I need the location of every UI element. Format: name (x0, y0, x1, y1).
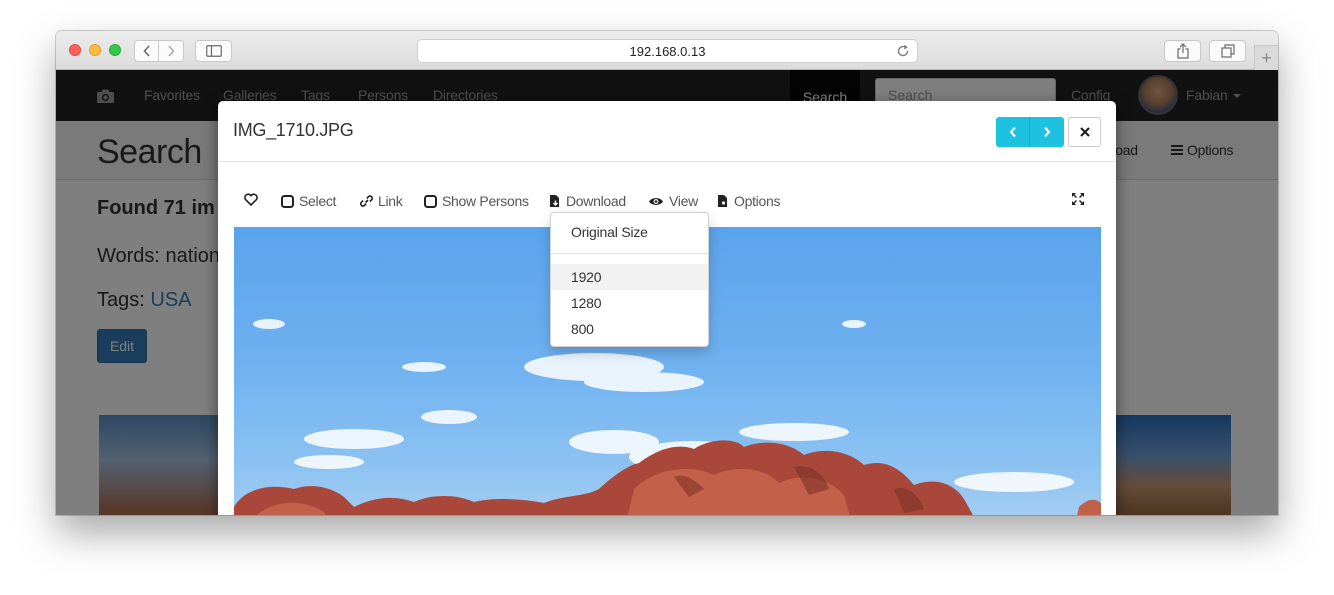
web-page: Favorites Galleries Tags Persons Directo… (56, 70, 1278, 515)
show-persons-toggle[interactable]: Show Persons (424, 193, 529, 209)
link-button[interactable]: Link (360, 193, 403, 209)
browser-window: 192.168.0.13 + Favorites Galleries Tags … (56, 31, 1278, 515)
download-label: Download (566, 193, 626, 209)
fullscreen-icon[interactable] (1071, 192, 1085, 206)
modal-divider (218, 161, 1116, 162)
link-label: Link (378, 193, 403, 209)
download-dropdown: Original Size 1920 1280 800 (550, 212, 709, 347)
share-icon (1176, 43, 1189, 59)
download-menu-toggle[interactable]: Download (549, 193, 626, 209)
show-persons-label: Show Persons (442, 193, 529, 209)
close-window-button[interactable] (69, 44, 81, 56)
chevron-left-icon (1009, 126, 1016, 138)
browser-toolbar: 192.168.0.13 + (56, 31, 1278, 70)
select-toggle[interactable]: Select (281, 193, 336, 209)
address-bar[interactable]: 192.168.0.13 (417, 39, 918, 63)
chevron-right-icon (1044, 126, 1051, 138)
select-label: Select (299, 193, 337, 209)
eye-icon (649, 197, 663, 205)
minimize-window-button[interactable] (89, 44, 101, 56)
file-download-icon (550, 195, 559, 207)
close-icon (1079, 127, 1090, 137)
file-settings-icon (718, 195, 727, 207)
image-modal: IMG_1710.JPG Select Link Show Persons Do… (218, 101, 1116, 515)
options-menu-toggle[interactable]: Options (717, 193, 780, 209)
sidebar-icon (205, 45, 222, 57)
link-icon (360, 195, 373, 207)
download-size-800[interactable]: 800 (551, 316, 708, 342)
checkbox-icon (281, 194, 294, 208)
tabs-icon (1220, 44, 1235, 58)
share-button[interactable] (1164, 40, 1201, 62)
sidebar-button[interactable] (195, 40, 232, 62)
download-original-size[interactable]: Original Size (551, 219, 708, 245)
checkbox-icon (424, 194, 437, 208)
previous-image-button[interactable] (996, 117, 1030, 147)
tab-overview-button[interactable] (1209, 40, 1246, 62)
options-label: Options (734, 193, 781, 209)
view-menu-toggle[interactable]: View (648, 193, 698, 209)
plus-icon: + (1261, 47, 1272, 68)
close-modal-button[interactable] (1068, 117, 1101, 147)
chevron-left-icon (142, 45, 150, 57)
reload-icon[interactable] (896, 44, 910, 58)
new-tab-button[interactable]: + (1254, 45, 1278, 70)
forward-button[interactable] (159, 40, 184, 62)
download-size-1920[interactable]: 1920 (551, 264, 708, 290)
next-image-button[interactable] (1030, 117, 1064, 147)
view-label: View (669, 193, 698, 209)
heart-icon[interactable] (244, 193, 258, 206)
zoom-window-button[interactable] (109, 44, 121, 56)
chevron-right-icon (168, 45, 175, 57)
modal-title: IMG_1710.JPG (233, 120, 354, 140)
dropdown-divider (551, 253, 708, 254)
back-button[interactable] (134, 40, 159, 62)
url-text: 192.168.0.13 (629, 43, 706, 59)
download-size-1280[interactable]: 1280 (551, 290, 708, 316)
